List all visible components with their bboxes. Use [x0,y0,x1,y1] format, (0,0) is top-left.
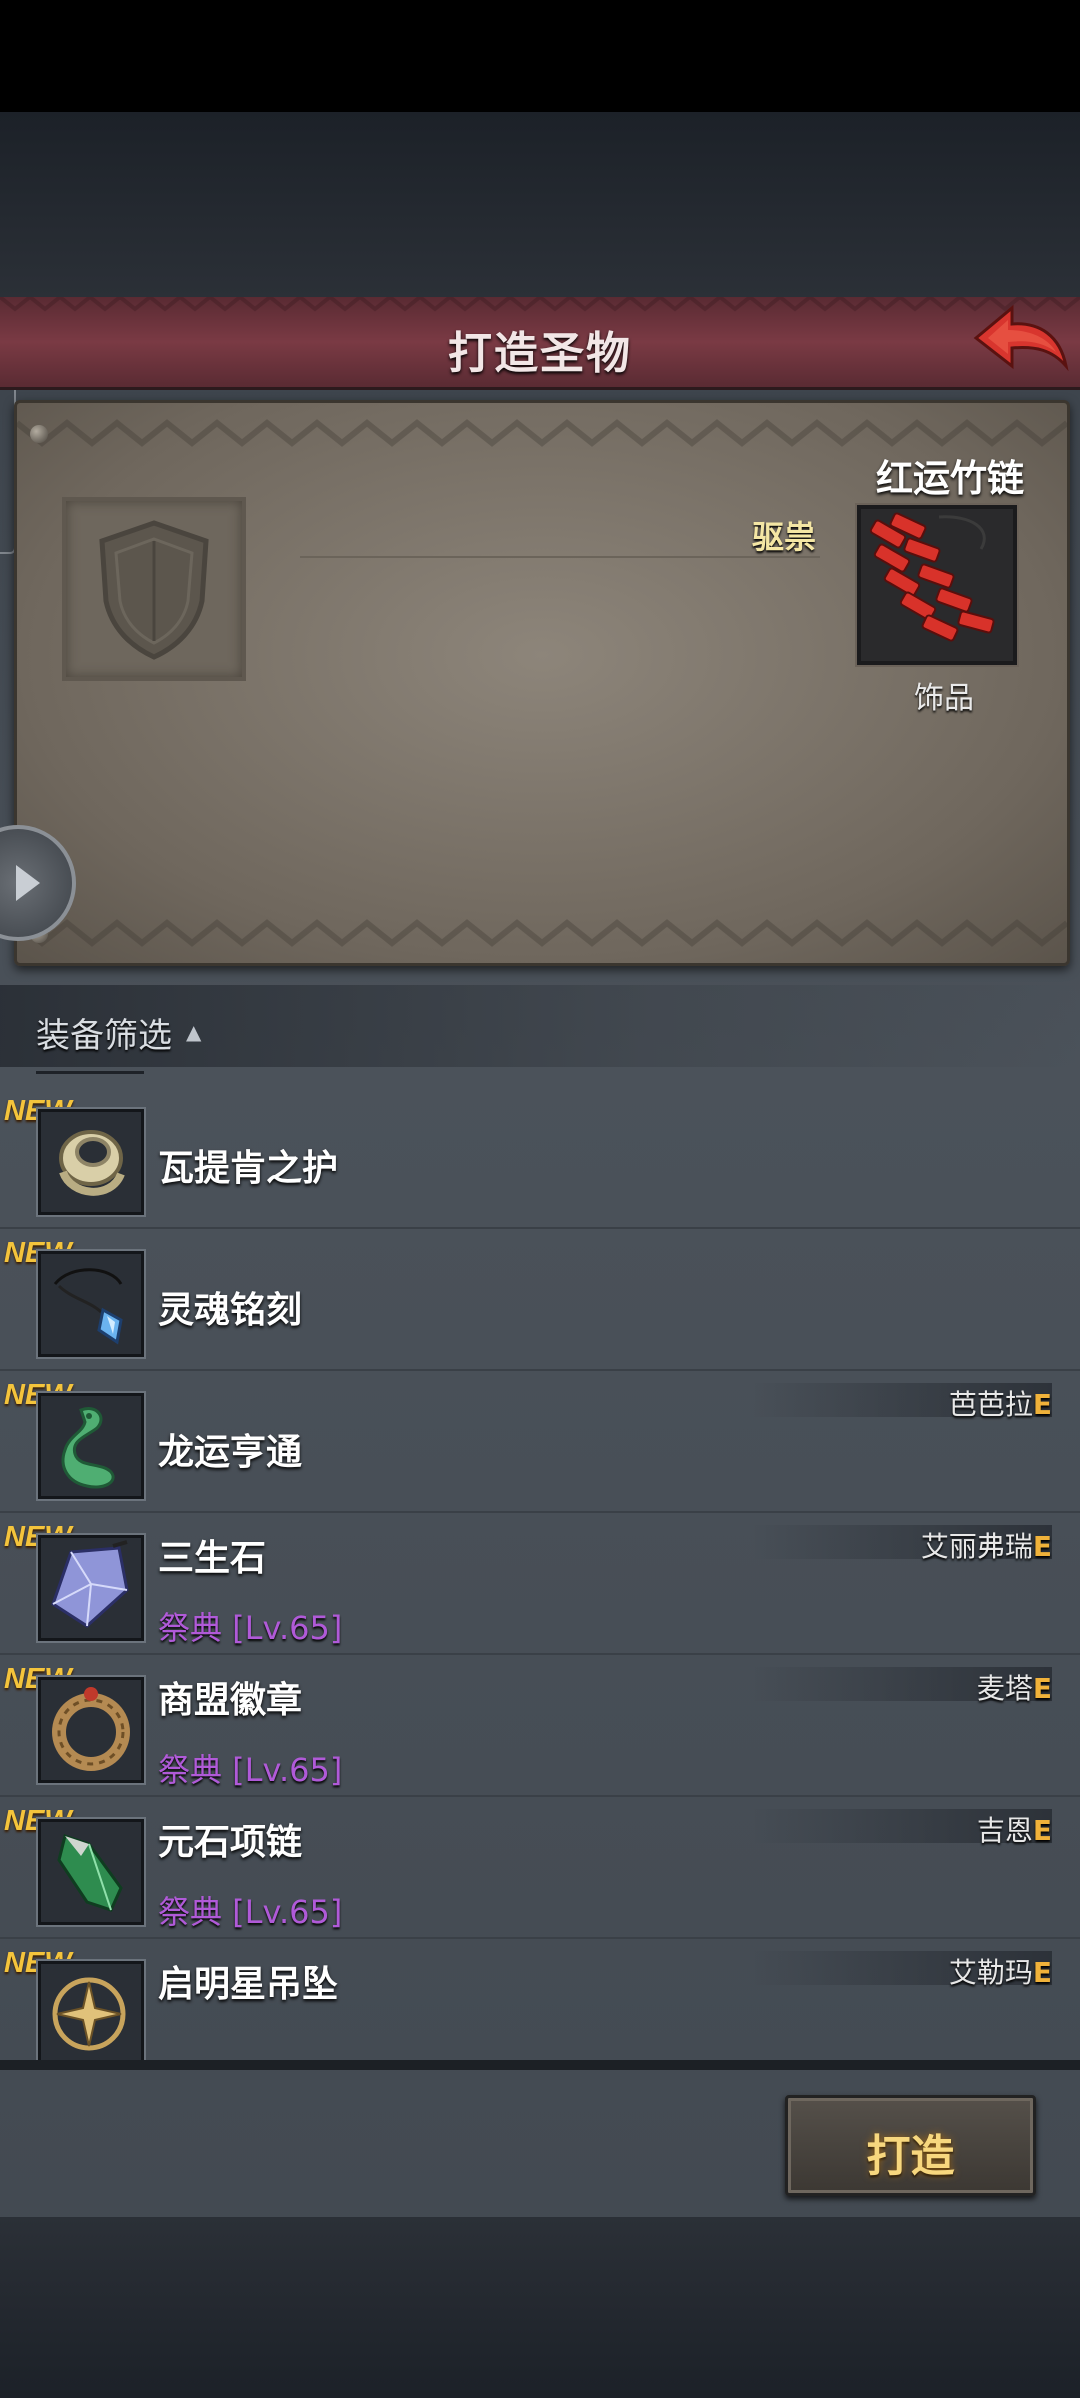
item-name: 三生石 [158,1538,267,1579]
item-icon-frame [38,1961,144,2060]
ring-icon [59,1130,125,1196]
list-item[interactable]: NEW 芭芭拉E 龙运亨通 [0,1371,1080,1513]
bottom-dark-area [0,2217,1080,2398]
header-bar: 打造圣物 [0,297,1080,390]
forge-button[interactable]: 打造 [785,2095,1036,2196]
item-icon-frame [38,1677,144,1783]
filter-arrow-icon: ▲ [186,1020,202,1044]
item-name: 龙运亨通 [158,1432,303,1473]
item-name: 灵魂铭刻 [158,1290,303,1331]
hero-name: 艾勒玛 [948,1956,1033,1989]
list-item[interactable]: NEW 瓦提肯之护 [0,1087,1080,1229]
hero-tag: 芭芭拉E [0,1383,1052,1423]
list-item[interactable]: NEW 艾勒玛E 启明星吊坠 [0,1939,1080,2060]
list-bottom-divider [0,2060,1080,2070]
hero-grade: E [1032,1814,1052,1847]
top-dark-area [0,112,1080,297]
hero-grade: E [1032,1530,1052,1563]
item-requirement: 祭典 [Lv.65] [158,1751,343,1789]
hero-grade: E [1032,1388,1052,1421]
page-title: 打造圣物 [448,328,632,379]
filter-label[interactable]: 装备筛选 [36,1008,172,1057]
slot-connector [300,556,820,558]
item-icon-frame [38,1251,144,1357]
list-item[interactable]: NEW 麦塔E 商盟徽章 祭典 [Lv.65] [0,1655,1080,1797]
firecracker-chain-icon [869,512,995,642]
hero-name: 麦塔 [976,1672,1033,1705]
crystal-pendant-icon [53,1268,123,1345]
selected-item-name: 红运竹链 [876,457,1024,500]
list-item[interactable]: NEW 艾丽弗瑞E 三生石 祭典 [Lv.65] [0,1513,1080,1655]
play-arrow-icon [16,865,40,901]
wreath-badge-icon [52,1687,130,1771]
item-name: 启明星吊坠 [158,1964,339,2005]
item-requirement: 祭典 [Lv.65] [158,1609,343,1647]
back-button[interactable] [970,300,1070,380]
rivet-icon [30,425,48,443]
expand-side-button[interactable] [0,825,76,941]
green-crystal-icon [57,1834,123,1912]
filter-underline [36,1071,144,1074]
hero-name: 芭芭拉 [948,1388,1033,1421]
crystal-shard-icon [51,1540,129,1628]
hero-name: 艾丽弗瑞 [920,1530,1033,1563]
selected-item-type: 饰品 [914,681,974,716]
item-requirement: 祭典 [Lv.65] [158,1893,343,1931]
compass-star-icon [52,1977,126,2051]
forge-button-label: 打造 [866,2131,955,2182]
selected-item-slot[interactable] [857,505,1017,665]
list-item[interactable]: NEW 吉恩E 元石项链 祭典 [Lv.65] [0,1797,1080,1939]
back-arrow-icon [973,304,1069,372]
item-name: 瓦提肯之护 [158,1148,339,1189]
status-bar-area [0,0,1080,112]
selected-item-tag: 驱祟 [752,518,817,556]
item-name: 元石项链 [158,1822,303,1863]
item-name: 商盟徽章 [158,1680,303,1721]
list-item[interactable]: NEW 灵魂铭刻 [0,1229,1080,1371]
item-icon-frame [38,1819,144,1925]
relic-list[interactable]: NEW 瓦提肯之护 NEW 灵魂铭刻 NEW 芭芭拉E [0,1087,1080,2060]
hero-grade: E [1032,1956,1052,1989]
item-icon-frame [38,1535,144,1641]
hero-grade: E [1032,1672,1052,1705]
jade-dragon-icon [61,1407,115,1489]
shield-icon [99,520,209,660]
item-icon-frame [38,1109,144,1215]
item-icon-frame [38,1393,144,1499]
empty-equipment-slot[interactable] [62,497,246,681]
hero-name: 吉恩 [976,1814,1033,1847]
